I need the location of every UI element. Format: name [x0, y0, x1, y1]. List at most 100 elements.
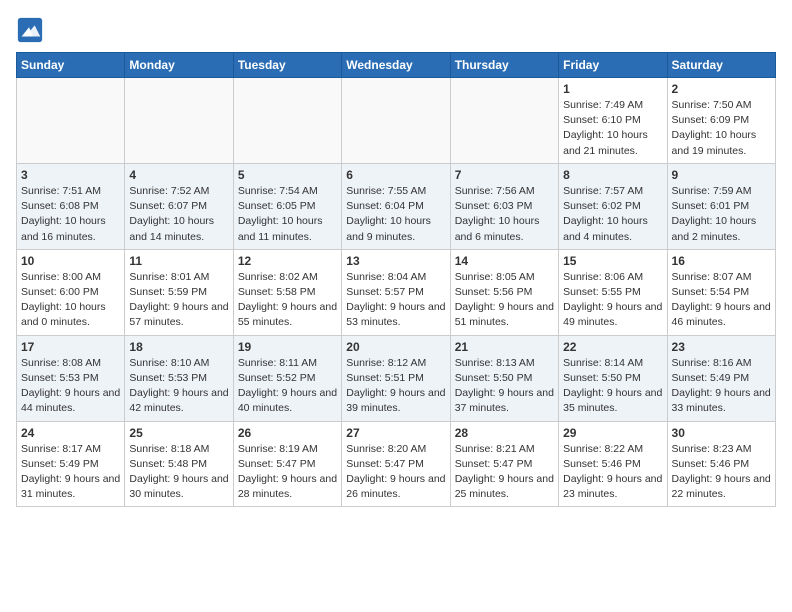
calendar-day-cell — [233, 78, 341, 164]
day-number: 23 — [672, 340, 771, 354]
calendar-week-row: 10 Sunrise: 8:00 AM Sunset: 6:00 PM Dayli… — [17, 249, 776, 335]
weekday-header-row: SundayMondayTuesdayWednesdayThursdayFrid… — [17, 53, 776, 78]
calendar-day-cell: 23 Sunrise: 8:16 AM Sunset: 5:49 PM Dayli… — [667, 335, 775, 421]
weekday-header: Tuesday — [233, 53, 341, 78]
logo-icon — [16, 16, 44, 44]
calendar-day-cell: 13 Sunrise: 8:04 AM Sunset: 5:57 PM Dayli… — [342, 249, 450, 335]
day-number: 1 — [563, 82, 662, 96]
page-header — [16, 16, 776, 44]
day-info: Sunrise: 8:23 AM Sunset: 5:46 PM Dayligh… — [672, 442, 771, 503]
calendar-day-cell — [17, 78, 125, 164]
day-info: Sunrise: 8:07 AM Sunset: 5:54 PM Dayligh… — [672, 270, 771, 331]
day-number: 19 — [238, 340, 337, 354]
calendar-week-row: 3 Sunrise: 7:51 AM Sunset: 6:08 PM Daylig… — [17, 163, 776, 249]
day-info: Sunrise: 8:04 AM Sunset: 5:57 PM Dayligh… — [346, 270, 445, 331]
day-info: Sunrise: 8:22 AM Sunset: 5:46 PM Dayligh… — [563, 442, 662, 503]
day-info: Sunrise: 8:18 AM Sunset: 5:48 PM Dayligh… — [129, 442, 228, 503]
day-info: Sunrise: 8:06 AM Sunset: 5:55 PM Dayligh… — [563, 270, 662, 331]
calendar-week-row: 24Sunrise: 8:17 AM Sunset: 5:49 PM Dayli… — [17, 421, 776, 507]
day-info: Sunrise: 8:21 AM Sunset: 5:47 PM Dayligh… — [455, 442, 554, 503]
day-number: 5 — [238, 168, 337, 182]
day-info: Sunrise: 8:05 AM Sunset: 5:56 PM Dayligh… — [455, 270, 554, 331]
day-number: 18 — [129, 340, 228, 354]
calendar-day-cell — [125, 78, 233, 164]
day-number: 30 — [672, 426, 771, 440]
calendar-week-row: 1Sunrise: 7:49 AM Sunset: 6:10 PM Daylig… — [17, 78, 776, 164]
calendar-day-cell: 1Sunrise: 7:49 AM Sunset: 6:10 PM Daylig… — [559, 78, 667, 164]
day-number: 27 — [346, 426, 445, 440]
day-number: 21 — [455, 340, 554, 354]
calendar-day-cell: 29 Sunrise: 8:22 AM Sunset: 5:46 PM Dayli… — [559, 421, 667, 507]
day-number: 14 — [455, 254, 554, 268]
weekday-header: Saturday — [667, 53, 775, 78]
calendar-day-cell: 27 Sunrise: 8:20 AM Sunset: 5:47 PM Dayli… — [342, 421, 450, 507]
day-info: Sunrise: 7:55 AM Sunset: 6:04 PM Dayligh… — [346, 184, 445, 245]
weekday-header: Thursday — [450, 53, 558, 78]
day-info: Sunrise: 8:00 AM Sunset: 6:00 PM Dayligh… — [21, 270, 120, 331]
calendar-day-cell: 10 Sunrise: 8:00 AM Sunset: 6:00 PM Dayli… — [17, 249, 125, 335]
day-number: 10 — [21, 254, 120, 268]
day-number: 17 — [21, 340, 120, 354]
calendar-day-cell: 18 Sunrise: 8:10 AM Sunset: 5:53 PM Dayli… — [125, 335, 233, 421]
day-info: Sunrise: 8:10 AM Sunset: 5:53 PM Dayligh… — [129, 356, 228, 417]
day-number: 15 — [563, 254, 662, 268]
weekday-header: Sunday — [17, 53, 125, 78]
calendar-day-cell: 28 Sunrise: 8:21 AM Sunset: 5:47 PM Dayli… — [450, 421, 558, 507]
day-info: Sunrise: 8:13 AM Sunset: 5:50 PM Dayligh… — [455, 356, 554, 417]
logo — [16, 16, 48, 44]
calendar-week-row: 17Sunrise: 8:08 AM Sunset: 5:53 PM Dayli… — [17, 335, 776, 421]
day-number: 6 — [346, 168, 445, 182]
calendar-day-cell: 8Sunrise: 7:57 AM Sunset: 6:02 PM Daylig… — [559, 163, 667, 249]
day-info: Sunrise: 8:01 AM Sunset: 5:59 PM Dayligh… — [129, 270, 228, 331]
calendar-day-cell: 5 Sunrise: 7:54 AM Sunset: 6:05 PM Daylig… — [233, 163, 341, 249]
day-info: Sunrise: 7:54 AM Sunset: 6:05 PM Dayligh… — [238, 184, 337, 245]
day-number: 8 — [563, 168, 662, 182]
day-number: 26 — [238, 426, 337, 440]
day-number: 3 — [21, 168, 120, 182]
calendar-day-cell: 3 Sunrise: 7:51 AM Sunset: 6:08 PM Daylig… — [17, 163, 125, 249]
calendar-day-cell — [450, 78, 558, 164]
day-number: 22 — [563, 340, 662, 354]
calendar-day-cell: 12Sunrise: 8:02 AM Sunset: 5:58 PM Dayli… — [233, 249, 341, 335]
calendar-body: 1Sunrise: 7:49 AM Sunset: 6:10 PM Daylig… — [17, 78, 776, 507]
day-info: Sunrise: 8:19 AM Sunset: 5:47 PM Dayligh… — [238, 442, 337, 503]
day-number: 4 — [129, 168, 228, 182]
calendar-day-cell: 20 Sunrise: 8:12 AM Sunset: 5:51 PM Dayli… — [342, 335, 450, 421]
calendar-day-cell: 9 Sunrise: 7:59 AM Sunset: 6:01 PM Daylig… — [667, 163, 775, 249]
day-number: 13 — [346, 254, 445, 268]
day-info: Sunrise: 8:11 AM Sunset: 5:52 PM Dayligh… — [238, 356, 337, 417]
calendar-day-cell: 15 Sunrise: 8:06 AM Sunset: 5:55 PM Dayli… — [559, 249, 667, 335]
weekday-header: Wednesday — [342, 53, 450, 78]
day-info: Sunrise: 7:59 AM Sunset: 6:01 PM Dayligh… — [672, 184, 771, 245]
calendar-day-cell: 6 Sunrise: 7:55 AM Sunset: 6:04 PM Daylig… — [342, 163, 450, 249]
calendar-table: SundayMondayTuesdayWednesdayThursdayFrid… — [16, 52, 776, 507]
calendar-day-cell: 7 Sunrise: 7:56 AM Sunset: 6:03 PM Daylig… — [450, 163, 558, 249]
calendar-day-cell: 26 Sunrise: 8:19 AM Sunset: 5:47 PM Dayli… — [233, 421, 341, 507]
day-number: 7 — [455, 168, 554, 182]
day-number: 25 — [129, 426, 228, 440]
day-info: Sunrise: 8:17 AM Sunset: 5:49 PM Dayligh… — [21, 442, 120, 503]
calendar-day-cell: 25 Sunrise: 8:18 AM Sunset: 5:48 PM Dayli… — [125, 421, 233, 507]
weekday-header: Monday — [125, 53, 233, 78]
day-info: Sunrise: 8:12 AM Sunset: 5:51 PM Dayligh… — [346, 356, 445, 417]
day-info: Sunrise: 7:50 AM Sunset: 6:09 PM Dayligh… — [672, 98, 771, 159]
day-info: Sunrise: 7:56 AM Sunset: 6:03 PM Dayligh… — [455, 184, 554, 245]
day-info: Sunrise: 7:51 AM Sunset: 6:08 PM Dayligh… — [21, 184, 120, 245]
day-number: 2 — [672, 82, 771, 96]
day-number: 28 — [455, 426, 554, 440]
calendar-day-cell: 17Sunrise: 8:08 AM Sunset: 5:53 PM Dayli… — [17, 335, 125, 421]
calendar-day-cell: 24Sunrise: 8:17 AM Sunset: 5:49 PM Dayli… — [17, 421, 125, 507]
day-number: 12 — [238, 254, 337, 268]
calendar-day-cell: 19 Sunrise: 8:11 AM Sunset: 5:52 PM Dayli… — [233, 335, 341, 421]
calendar-day-cell: 30 Sunrise: 8:23 AM Sunset: 5:46 PM Dayli… — [667, 421, 775, 507]
calendar-day-cell: 22Sunrise: 8:14 AM Sunset: 5:50 PM Dayli… — [559, 335, 667, 421]
day-number: 9 — [672, 168, 771, 182]
day-number: 16 — [672, 254, 771, 268]
day-info: Sunrise: 8:16 AM Sunset: 5:49 PM Dayligh… — [672, 356, 771, 417]
calendar-day-cell — [342, 78, 450, 164]
weekday-header: Friday — [559, 53, 667, 78]
day-number: 20 — [346, 340, 445, 354]
day-number: 29 — [563, 426, 662, 440]
calendar-day-cell: 11Sunrise: 8:01 AM Sunset: 5:59 PM Dayli… — [125, 249, 233, 335]
day-info: Sunrise: 8:20 AM Sunset: 5:47 PM Dayligh… — [346, 442, 445, 503]
